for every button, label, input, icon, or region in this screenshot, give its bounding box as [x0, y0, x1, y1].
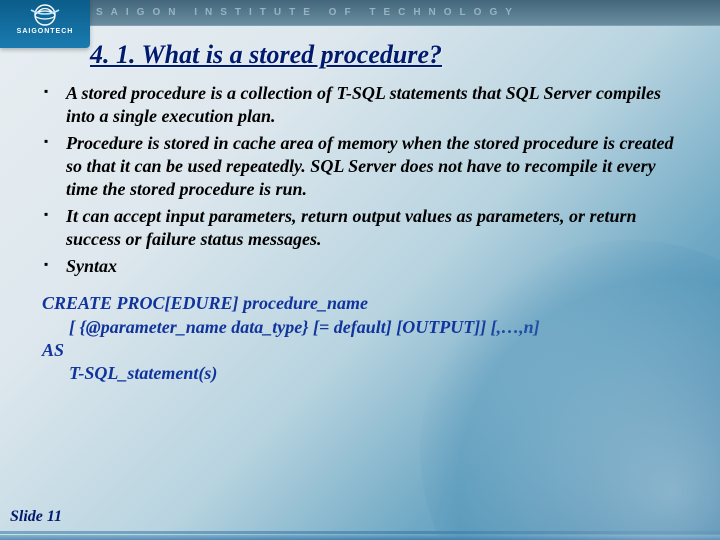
syntax-line: CREATE PROC[EDURE] procedure_name	[42, 293, 368, 313]
logo-badge: SAIGONTECH	[0, 0, 90, 48]
decorative-bar	[0, 535, 720, 540]
bullet-list: A stored procedure is a collection of T-…	[42, 82, 686, 278]
list-item: A stored procedure is a collection of T-…	[42, 82, 686, 128]
syntax-line: AS	[42, 340, 64, 360]
bullet-text: It can accept input parameters, return o…	[66, 206, 637, 249]
logo-globe-icon	[28, 4, 62, 26]
slide-body: A stored procedure is a collection of T-…	[0, 82, 720, 386]
slide-title: 4. 1. What is a stored procedure?	[90, 40, 720, 70]
list-item: It can accept input parameters, return o…	[42, 205, 686, 251]
header-bar: SAIGON INSTITUTE OF TECHNOLOGY	[0, 0, 720, 26]
syntax-line: [ {@parameter_name data_type} [= default…	[42, 317, 540, 337]
bullet-text: A stored procedure is a collection of T-…	[66, 83, 661, 126]
syntax-block: CREATE PROC[EDURE] procedure_name [ {@pa…	[42, 292, 686, 386]
decorative-bar	[0, 531, 720, 534]
institute-name: SAIGON INSTITUTE OF TECHNOLOGY	[96, 7, 520, 18]
slide-number: Slide 11	[10, 508, 62, 526]
bullet-text: Syntax	[66, 256, 117, 276]
bullet-text: Procedure is stored in cache area of mem…	[66, 133, 673, 199]
logo-text: SAIGONTECH	[0, 28, 90, 35]
syntax-line: T-SQL_statement(s)	[42, 363, 217, 383]
list-item: Procedure is stored in cache area of mem…	[42, 132, 686, 201]
list-item: Syntax	[42, 255, 686, 278]
